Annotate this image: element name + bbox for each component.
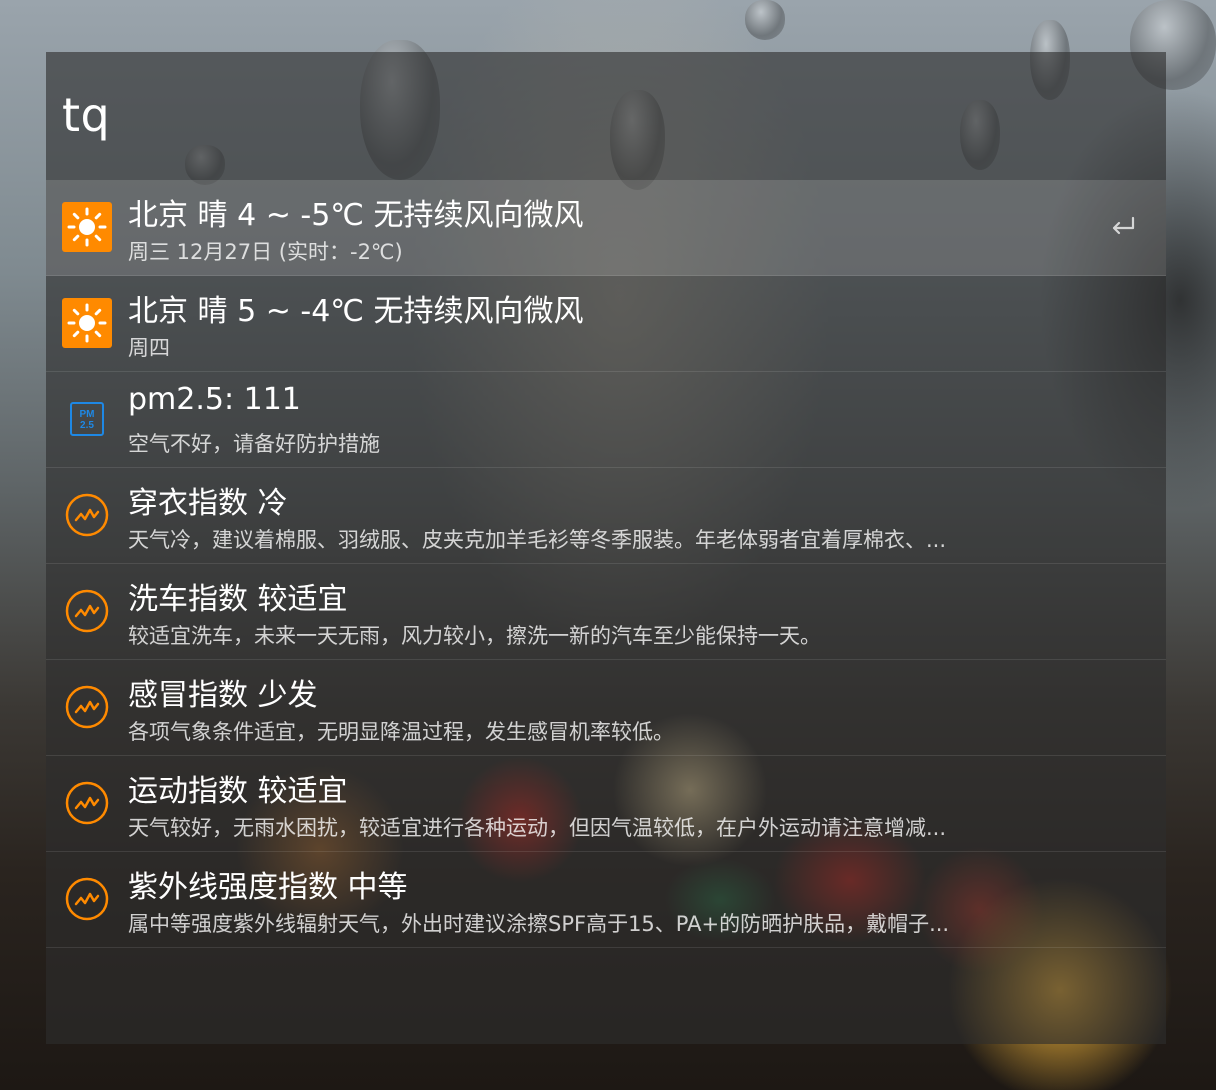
result-subtitle: 空气不好，请备好防护措施 (128, 432, 380, 456)
index-chart-icon (62, 778, 112, 828)
result-title: 运动指数 较适宜 (128, 774, 348, 809)
result-subtitle: 各项气象条件适宜，无明显降温过程，发生感冒机率较低。 (128, 720, 674, 744)
result-subtitle: 天气冷，建议着棉服、羽绒服、皮夹克加羊毛衫等冬季服装。年老体弱者宜着厚棉衣、..… (128, 528, 947, 552)
search-input[interactable]: tq (62, 88, 110, 142)
result-subtitle: 周四 (128, 336, 170, 360)
result-item-weather-tomorrow[interactable]: 北京 晴 5 ~ -4℃ 无持续风向微风 周四 (46, 276, 1166, 372)
launcher-panel: tq 北京 晴 4 ~ -5℃ 无持续风向微风 周三 12月27日 (实时：-2… (46, 52, 1166, 1044)
result-item-sport-index[interactable]: 运动指数 较适宜 天气较好，无雨水困扰，较适宜进行各种运动，但因气温较低，在户外… (46, 756, 1166, 852)
result-title: 紫外线强度指数 中等 (128, 870, 408, 905)
result-title: pm2.5: 111 (128, 382, 301, 417)
sun-icon (62, 202, 112, 252)
result-title: 穿衣指数 冷 (128, 486, 288, 521)
result-subtitle: 属中等强度紫外线辐射天气，外出时建议涂擦SPF高于15、PA+的防晒护肤品，戴帽… (128, 912, 950, 936)
index-chart-icon (62, 586, 112, 636)
pm25-icon-line1: PM (80, 409, 95, 420)
result-subtitle: 周三 12月27日 (实时：-2℃) (128, 240, 403, 264)
result-item-pm25[interactable]: PM 2.5 pm2.5: 111 空气不好，请备好防护措施 (46, 372, 1166, 468)
result-title: 北京 晴 4 ~ -5℃ 无持续风向微风 (128, 198, 584, 233)
result-title: 感冒指数 少发 (128, 678, 318, 713)
index-chart-icon (62, 682, 112, 732)
index-chart-icon (62, 874, 112, 924)
pm25-icon: PM 2.5 (62, 394, 112, 444)
results-list: 北京 晴 4 ~ -5℃ 无持续风向微风 周三 12月27日 (实时：-2℃) (46, 180, 1166, 948)
raindrop-decoration (745, 0, 785, 40)
result-item-carwash-index[interactable]: 洗车指数 较适宜 较适宜洗车，未来一天无雨，风力较小，擦洗一新的汽车至少能保持一… (46, 564, 1166, 660)
result-title: 洗车指数 较适宜 (128, 582, 348, 617)
return-key-icon (1108, 212, 1138, 242)
index-chart-icon (62, 490, 112, 540)
result-subtitle: 较适宜洗车，未来一天无雨，风力较小，擦洗一新的汽车至少能保持一天。 (128, 624, 821, 648)
sun-icon (62, 298, 112, 348)
result-item-uv-index[interactable]: 紫外线强度指数 中等 属中等强度紫外线辐射天气，外出时建议涂擦SPF高于15、P… (46, 852, 1166, 948)
result-item-cold-index[interactable]: 感冒指数 少发 各项气象条件适宜，无明显降温过程，发生感冒机率较低。 (46, 660, 1166, 756)
result-item-dressing-index[interactable]: 穿衣指数 冷 天气冷，建议着棉服、羽绒服、皮夹克加羊毛衫等冬季服装。年老体弱者宜… (46, 468, 1166, 564)
result-subtitle: 天气较好，无雨水困扰，较适宜进行各种运动，但因气温较低，在户外运动请注意增减..… (128, 816, 947, 840)
pm25-icon-line2: 2.5 (80, 420, 94, 431)
result-title: 北京 晴 5 ~ -4℃ 无持续风向微风 (128, 294, 584, 329)
result-item-weather-today[interactable]: 北京 晴 4 ~ -5℃ 无持续风向微风 周三 12月27日 (实时：-2℃) (46, 180, 1166, 276)
